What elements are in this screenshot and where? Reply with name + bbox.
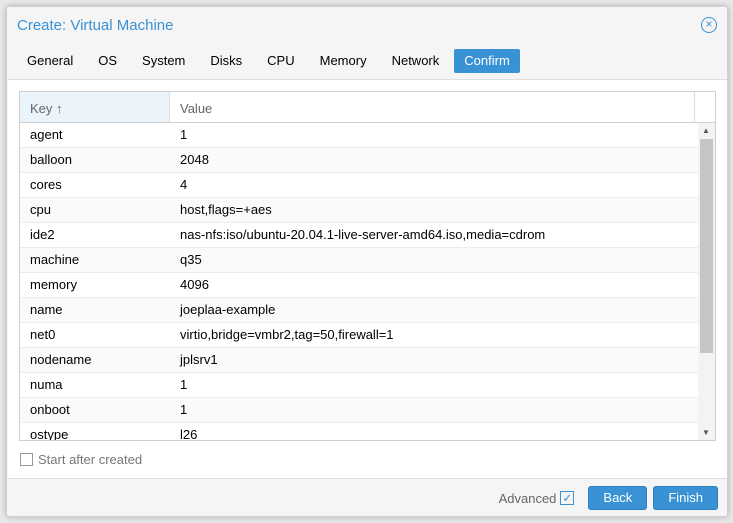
- grid-body: agent 1 balloon 2048 cores 4 cpu host,flags=+ae…: [20, 123, 715, 441]
- row-value: l26: [180, 427, 198, 441]
- row-value: nas-nfs:iso/ubuntu-20.04.1-live-server-a…: [180, 227, 546, 242]
- row-value: joeplaa-example: [180, 302, 276, 317]
- row-value: 4: [180, 177, 188, 192]
- scrollbar[interactable]: ▲ ▼: [698, 123, 715, 440]
- scroll-down-icon[interactable]: ▼: [702, 428, 710, 437]
- row-key: nodename: [30, 352, 92, 367]
- tab-bar: General OS System Disks CPU Memory Network Conf…: [17, 49, 525, 73]
- tab-confirm[interactable]: Confirm: [454, 49, 520, 73]
- column-header-value[interactable]: Value: [170, 92, 695, 122]
- row-key: ide2: [30, 227, 55, 242]
- column-header-key[interactable]: Key ↑: [20, 92, 170, 122]
- grid-header: Key ↑ Value: [20, 92, 715, 123]
- table-row[interactable]: machine q35: [20, 248, 699, 273]
- table-row[interactable]: ostype l26: [20, 423, 699, 441]
- footer: Advanced ✓ Back Finish: [499, 486, 718, 510]
- table-row[interactable]: numa 1: [20, 373, 699, 398]
- table-row[interactable]: net0 virtio,bridge=vmbr2,tag=50,firewall=…: [20, 323, 699, 348]
- tab-network[interactable]: Network: [382, 49, 450, 73]
- tab-general[interactable]: General: [17, 49, 83, 73]
- row-value: 4096: [180, 277, 209, 292]
- tab-memory[interactable]: Memory: [310, 49, 377, 73]
- tab-os[interactable]: OS: [88, 49, 127, 73]
- row-key: onboot: [30, 402, 70, 417]
- row-key: cores: [30, 177, 62, 192]
- scrollbar-thumb[interactable]: [700, 139, 713, 353]
- dialog: Create: Virtual Machine × General OS Syste…: [6, 6, 728, 517]
- row-key: ostype: [30, 427, 69, 441]
- row-key: memory: [30, 277, 77, 292]
- sort-ascending-icon: ↑: [56, 101, 63, 116]
- advanced-checkbox[interactable]: ✓: [560, 491, 575, 505]
- row-value: 1: [180, 127, 188, 142]
- back-button[interactable]: Back: [588, 486, 648, 510]
- row-value: jplsrv1: [180, 352, 218, 367]
- row-value: virtio,bridge=vmbr2,tag=50,firewall=1: [180, 327, 394, 342]
- table-row[interactable]: onboot 1: [20, 398, 699, 423]
- table-row[interactable]: memory 4096: [20, 273, 699, 298]
- table-row[interactable]: balloon 2048: [20, 148, 699, 173]
- tab-system[interactable]: System: [132, 49, 195, 73]
- table-row[interactable]: cpu host,flags=+aes: [20, 198, 699, 223]
- row-key: numa: [30, 377, 63, 392]
- close-icon[interactable]: ×: [701, 17, 717, 33]
- row-value: 2048: [180, 152, 209, 167]
- row-value: 1: [180, 377, 188, 392]
- row-key: balloon: [30, 152, 72, 167]
- tab-cpu[interactable]: CPU: [257, 49, 304, 73]
- row-value: q35: [180, 252, 202, 267]
- confirm-panel: Key ↑ Value agent 1 balloon 2048 cores 4 cpu ho…: [8, 79, 727, 479]
- row-key: agent: [30, 127, 63, 142]
- row-value: 1: [180, 402, 188, 417]
- row-key: name: [30, 302, 63, 317]
- table-row[interactable]: name joeplaa-example: [20, 298, 699, 323]
- row-value: host,flags=+aes: [180, 202, 272, 217]
- advanced-label: Advanced: [498, 490, 557, 506]
- start-after-created-checkbox[interactable]: Start after created: [20, 452, 142, 467]
- checkbox-icon[interactable]: [20, 453, 33, 466]
- finish-button[interactable]: Finish: [653, 486, 718, 510]
- table-row[interactable]: agent 1: [20, 123, 699, 148]
- tab-disks[interactable]: Disks: [200, 49, 252, 73]
- row-key: cpu: [30, 202, 51, 217]
- row-key: machine: [30, 252, 80, 267]
- scroll-up-icon[interactable]: ▲: [702, 126, 710, 135]
- table-row[interactable]: nodename jplsrv1: [20, 348, 699, 373]
- dialog-title: Create: Virtual Machine: [17, 17, 174, 34]
- summary-grid: Key ↑ Value agent 1 balloon 2048 cores 4 cpu ho…: [19, 91, 716, 441]
- row-key: net0: [30, 327, 56, 342]
- table-row[interactable]: cores 4: [20, 173, 699, 198]
- table-row[interactable]: ide2 nas-nfs:iso/ubuntu-20.04.1-live-serv…: [20, 223, 699, 248]
